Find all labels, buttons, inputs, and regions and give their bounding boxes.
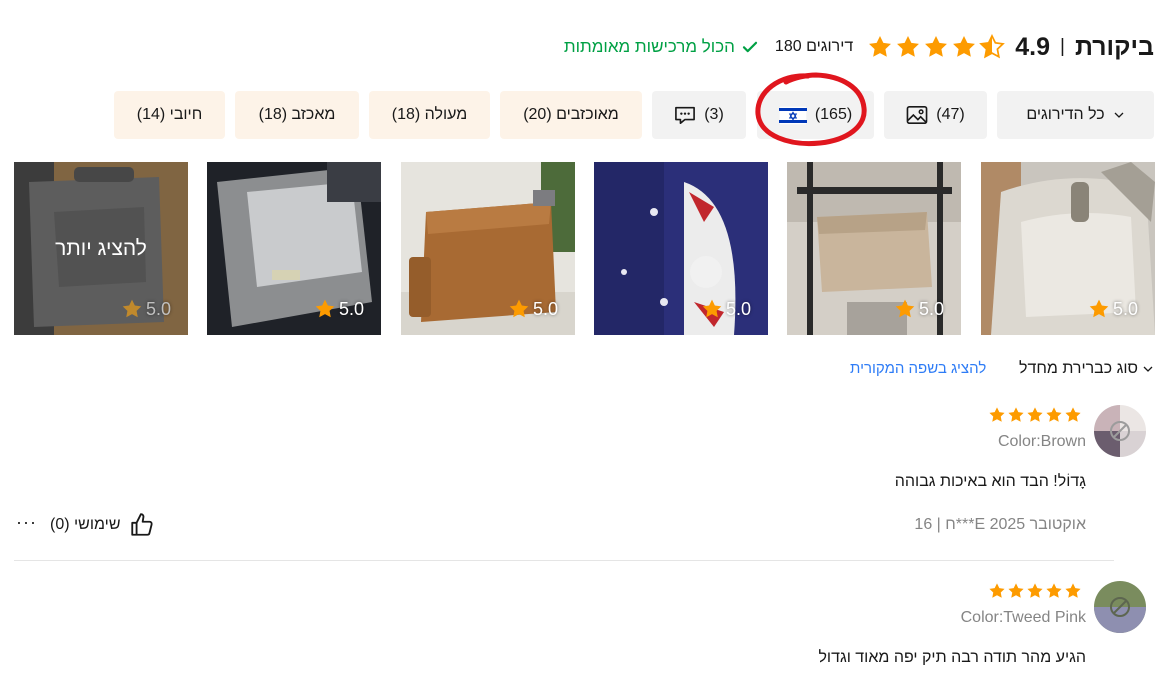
photo-rating: 5.0 [508, 298, 558, 320]
average-rating: 4.9 [1015, 32, 1051, 61]
star-icon [122, 299, 142, 318]
check-icon [742, 41, 758, 53]
half-star-icon [979, 34, 1006, 59]
star-icon [869, 35, 892, 57]
reviews-header: ביקורת | 4.9 180 דירוגים הכול מרכישות מא… [564, 30, 1154, 64]
rating-stars [867, 34, 1006, 60]
star-icon [1089, 299, 1109, 318]
show-more-photos[interactable]: להציג יותר 5.0 [14, 162, 188, 335]
image-icon [906, 105, 928, 125]
star-icon [509, 299, 529, 318]
chevron-down-icon [1143, 366, 1153, 372]
comment-icon [674, 105, 696, 125]
filter-comments[interactable]: (3) [652, 91, 746, 139]
star-icon [989, 583, 1005, 598]
filter-label: מאכזב (18) [258, 106, 336, 123]
helpful-button[interactable]: שימושי (0) [50, 512, 155, 538]
photo-rating: 5.0 [894, 298, 944, 320]
title-separator: | [1060, 36, 1065, 57]
star-icon [1008, 407, 1024, 422]
avatar [1094, 405, 1146, 457]
filter-label: מעולה (18) [391, 106, 468, 123]
star-icon [1046, 407, 1062, 422]
filter-disappointing[interactable]: מאכזב (18) [235, 91, 359, 139]
helpful-label: שימושי (0) [50, 516, 121, 533]
photo-rating: 5.0 [1088, 298, 1138, 320]
review-photo[interactable]: 5.0 [787, 162, 961, 335]
sort-dropdown[interactable]: סוג כברירת מחדל [1019, 360, 1154, 378]
review-meta: 16 | ח***E אוקטובר 2025 [914, 516, 1086, 533]
star-icon [897, 35, 920, 57]
filter-label: (3) [704, 106, 724, 123]
filter-label: כל הדירוגים [1026, 106, 1105, 123]
filter-label: (165) [814, 106, 853, 123]
photo-rating: 5.0 [314, 298, 364, 320]
review-photo[interactable]: 5.0 [594, 162, 768, 335]
review-stars [988, 406, 1082, 424]
avatar [1094, 581, 1146, 633]
review-photo[interactable]: 5.0 [981, 162, 1155, 335]
filter-with-photos[interactable]: (47) [884, 91, 987, 139]
star-icon [925, 35, 948, 57]
photo-rating: 5.0 [121, 298, 171, 320]
star-icon [1046, 583, 1062, 598]
star-icon [1027, 583, 1043, 598]
filter-all-ratings[interactable]: כל הדירוגים [997, 91, 1154, 139]
show-original-language-link[interactable]: להציג בשפה המקורית [850, 360, 986, 377]
filter-excellent[interactable]: מעולה (18) [369, 91, 490, 139]
star-icon [702, 299, 722, 318]
review-divider [14, 560, 1114, 561]
star-icon [1065, 583, 1081, 598]
star-icon [895, 299, 915, 318]
review-stars [988, 582, 1082, 600]
review-text: הגיע מהר תודה רבה תיק יפה מאוד וגדול [818, 649, 1086, 666]
star-icon [1027, 407, 1043, 422]
review-sku: Color:Brown [997, 433, 1086, 450]
filter-label: מאוכזבים (20) [523, 106, 619, 123]
star-icon [1065, 407, 1081, 422]
filter-label: (47) [936, 106, 965, 123]
filter-positive[interactable]: חיובי (14) [114, 91, 225, 139]
review-text: גָדוֹל! הבד הוא באיכות גבוהה [894, 473, 1086, 490]
review-photo[interactable]: 5.0 [401, 162, 575, 335]
review-photo[interactable]: 5.0 [207, 162, 381, 335]
filter-disappointed[interactable]: מאוכזבים (20) [500, 91, 642, 139]
thumbs-up-icon [130, 513, 153, 536]
reviews-title: ביקורת [1074, 32, 1154, 61]
review-sku: Color:Tweed Pink [960, 609, 1086, 626]
star-icon [953, 35, 976, 57]
chevron-down-icon [1113, 109, 1125, 121]
ratings-count: 180 דירוגים [774, 38, 854, 55]
more-options-icon[interactable]: ··· [16, 512, 37, 533]
filter-label: חיובי (14) [136, 106, 203, 123]
photo-rating: 5.0 [701, 298, 751, 320]
filter-israel[interactable]: (165) [757, 91, 874, 139]
verified-purchases: הכול מרכישות מאומתות [564, 37, 759, 57]
sort-label: סוג כברירת מחדל [1019, 360, 1138, 377]
star-icon [1008, 583, 1024, 598]
star-icon [315, 299, 335, 318]
star-icon [989, 407, 1005, 422]
israel-flag-icon [778, 105, 807, 125]
verified-text: הכול מרכישות מאומתות [563, 37, 735, 56]
